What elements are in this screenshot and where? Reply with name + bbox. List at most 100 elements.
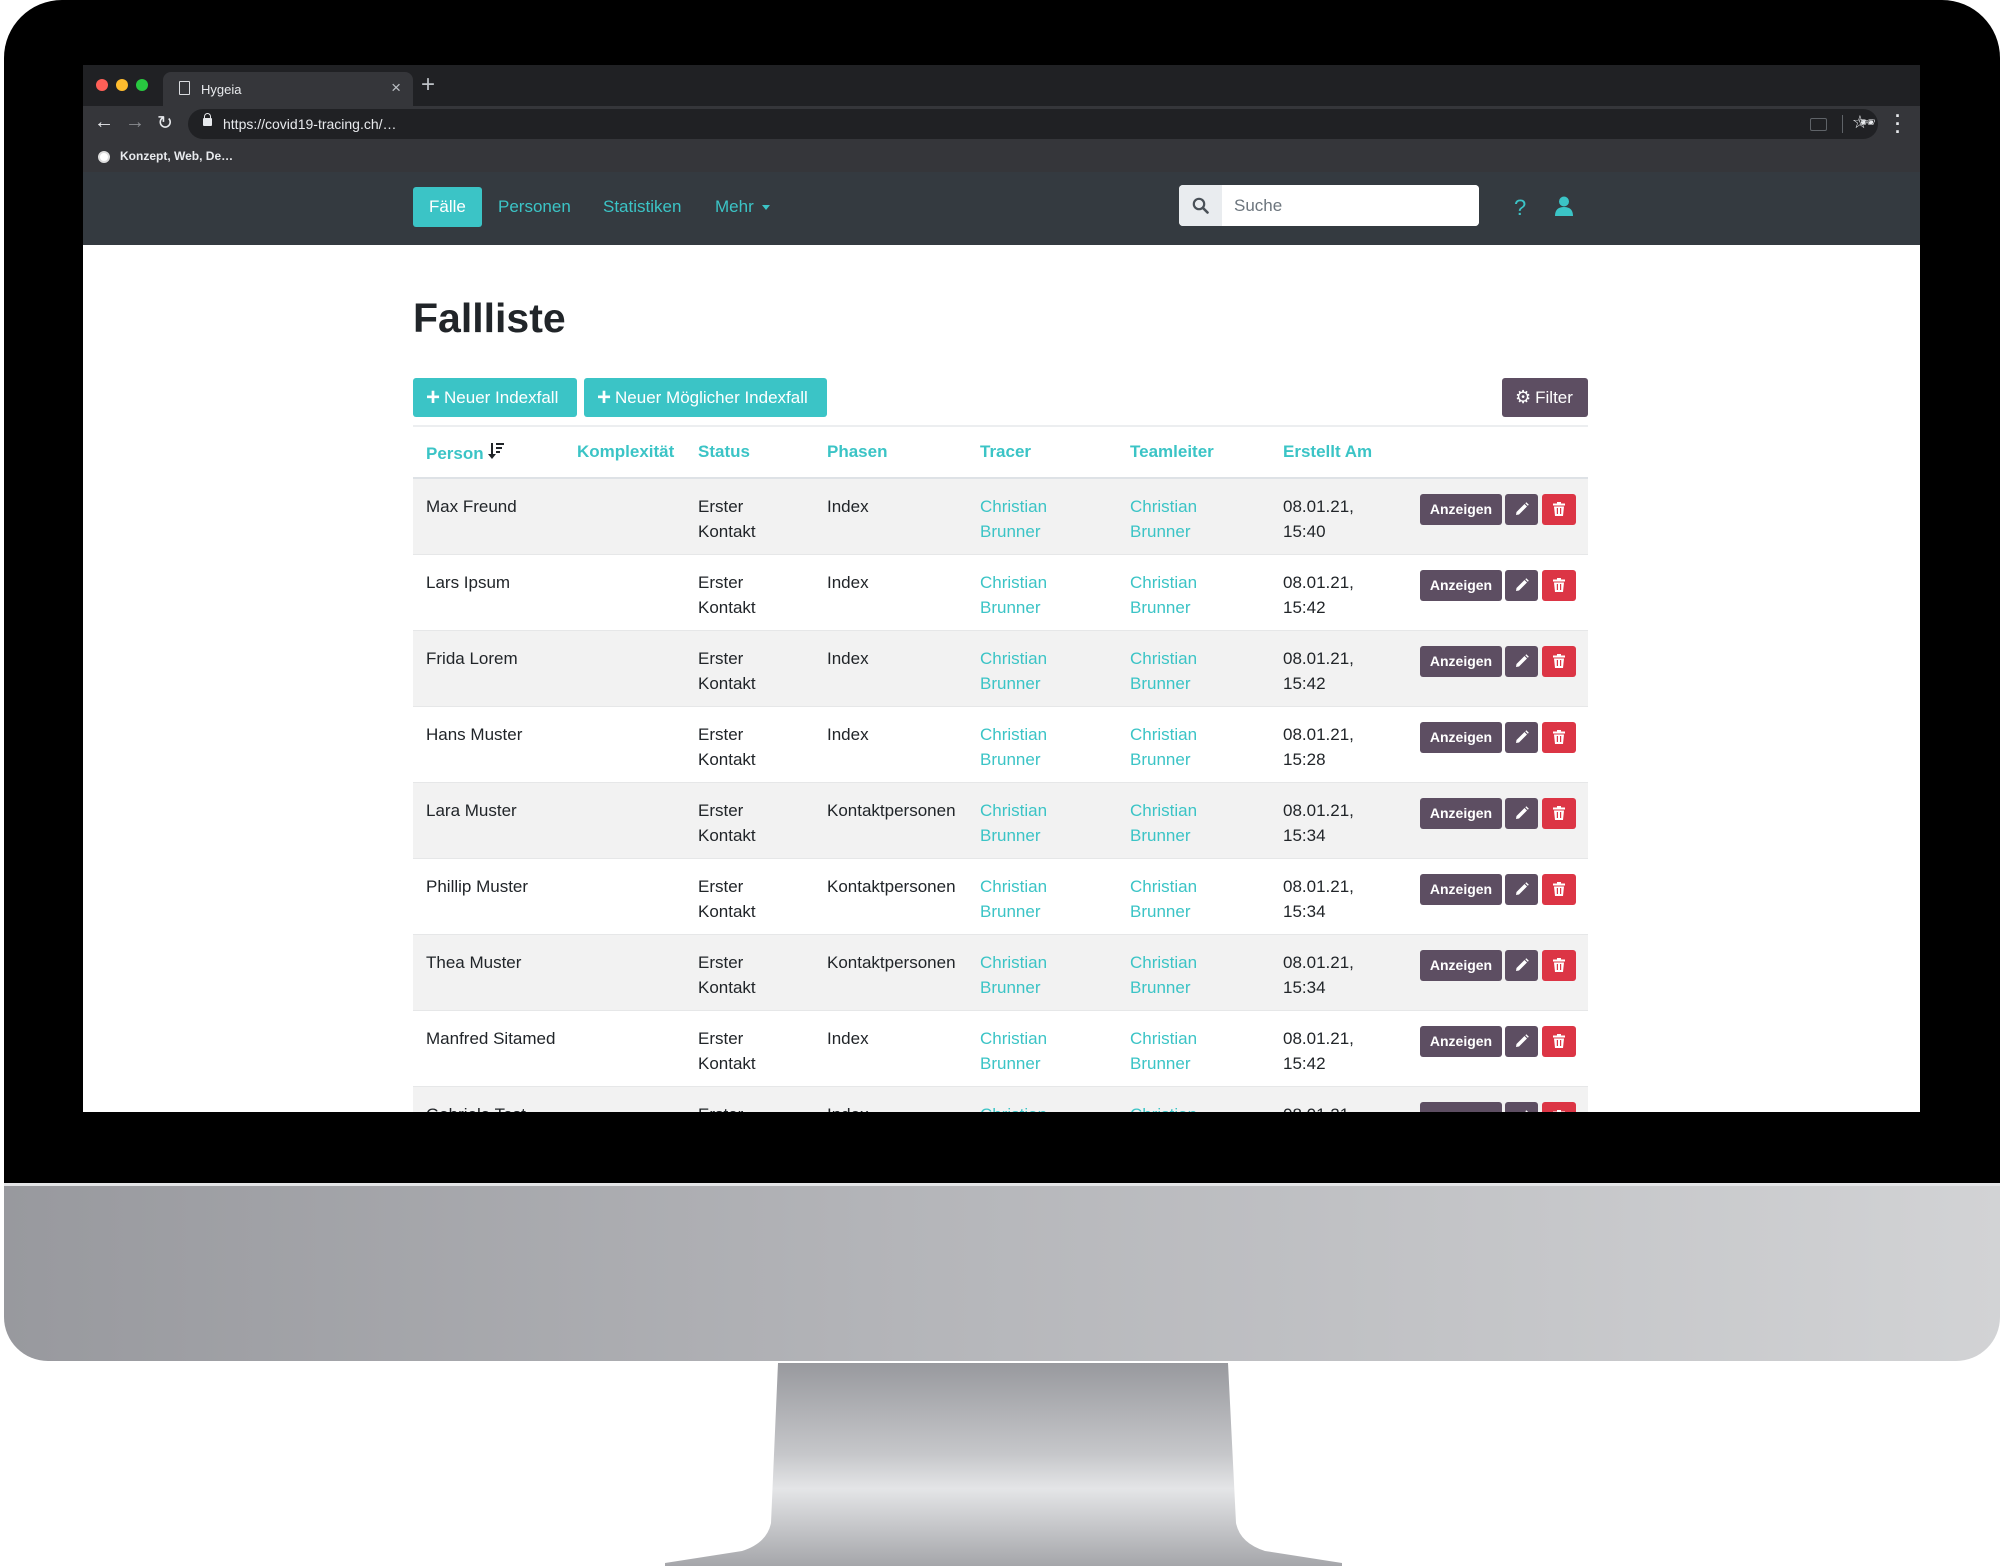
- delete-button[interactable]: [1542, 722, 1576, 753]
- teamleiter-link[interactable]: Christian Brunner: [1130, 950, 1210, 1000]
- table-row: Thea Muster Erster Kontakt Kontaktperson…: [413, 935, 1588, 1011]
- created-date-cell: 08.01.21, 15:28: [1283, 725, 1354, 769]
- phase-cell: Kontaktpersonen: [827, 877, 956, 896]
- teamleiter-link[interactable]: Christian Brunner: [1130, 798, 1210, 848]
- edit-button[interactable]: [1505, 950, 1538, 981]
- show-button[interactable]: Anzeigen: [1420, 874, 1502, 905]
- show-button[interactable]: Anzeigen: [1420, 722, 1502, 753]
- new-possible-index-case-label: Neuer Möglicher Indexfall: [615, 388, 808, 407]
- nav-mehr-dropdown[interactable]: Mehr: [715, 187, 770, 227]
- bookmark-item[interactable]: Konzept, Web, De…: [120, 149, 233, 163]
- maximize-window-button[interactable]: [136, 79, 148, 91]
- person-cell: Thea Muster: [426, 953, 522, 972]
- phase-cell: Index: [827, 573, 869, 592]
- tracer-link[interactable]: Christian Brunner: [980, 874, 1060, 924]
- nav-mehr-label: Mehr: [715, 197, 754, 216]
- delete-button[interactable]: [1542, 494, 1576, 525]
- plus-icon: +: [597, 384, 612, 411]
- show-button[interactable]: Anzeigen: [1420, 1102, 1502, 1112]
- cast-icon[interactable]: [1810, 118, 1827, 131]
- new-possible-index-case-button[interactable]: + Neuer Möglicher Indexfall: [584, 378, 827, 417]
- tracer-link[interactable]: Christian Brunner: [980, 570, 1060, 620]
- lock-icon: [203, 113, 212, 126]
- tracer-link[interactable]: Christian Brunner: [980, 722, 1060, 772]
- phase-cell: Index: [827, 1102, 869, 1112]
- close-window-button[interactable]: [96, 79, 108, 91]
- delete-button[interactable]: [1542, 798, 1576, 829]
- browser-tab[interactable]: Hygeia ×: [163, 72, 413, 106]
- reload-icon[interactable]: ↻: [157, 112, 173, 135]
- minimize-window-button[interactable]: [116, 79, 128, 91]
- new-index-case-button[interactable]: + Neuer Indexfall: [413, 378, 577, 417]
- status-cell: Erster Kontakt: [698, 1102, 778, 1112]
- show-button[interactable]: Anzeigen: [1420, 798, 1502, 829]
- search-input[interactable]: [1222, 185, 1479, 226]
- edit-button[interactable]: [1505, 1026, 1538, 1057]
- delete-button[interactable]: [1542, 1102, 1576, 1112]
- tracer-link[interactable]: Christian Brunner: [980, 798, 1060, 848]
- table-row: Gabriela Test Erster Kontakt Index Chris…: [413, 1087, 1588, 1112]
- tracer-link[interactable]: Christian Brunner: [980, 950, 1060, 1000]
- edit-button[interactable]: [1505, 494, 1538, 525]
- teamleiter-link[interactable]: Christian Brunner: [1130, 874, 1210, 924]
- column-header-erstellt-am[interactable]: Erstellt Am: [1283, 442, 1372, 462]
- edit-button[interactable]: [1505, 798, 1538, 829]
- tracer-link[interactable]: Christian Brunner: [980, 646, 1060, 696]
- edit-button[interactable]: [1505, 570, 1538, 601]
- user-icon[interactable]: [1555, 196, 1573, 221]
- column-header-status[interactable]: Status: [698, 442, 750, 462]
- show-button[interactable]: Anzeigen: [1420, 570, 1502, 601]
- table-row: Manfred Sitamed Erster Kontakt Index Chr…: [413, 1011, 1588, 1087]
- show-button[interactable]: Anzeigen: [1420, 950, 1502, 981]
- show-button[interactable]: Anzeigen: [1420, 1026, 1502, 1057]
- tracer-link[interactable]: Christian Brunner: [980, 494, 1060, 544]
- show-button[interactable]: Anzeigen: [1420, 646, 1502, 677]
- phase-cell: Index: [827, 649, 869, 668]
- teamleiter-link[interactable]: Christian Brunner: [1130, 494, 1210, 544]
- column-header-phasen[interactable]: Phasen: [827, 442, 887, 462]
- url-field[interactable]: https://covid19-tracing.ch/… ☆: [188, 109, 1878, 139]
- tracer-link[interactable]: Christian Brunner: [980, 1026, 1060, 1076]
- status-cell: Erster Kontakt: [698, 497, 756, 541]
- help-icon[interactable]: ?: [1514, 195, 1526, 221]
- teamleiter-link[interactable]: Christian Brunner: [1130, 1102, 1210, 1112]
- trash-icon: [1553, 1110, 1565, 1112]
- status-cell: Erster Kontakt: [698, 877, 756, 921]
- delete-button[interactable]: [1542, 570, 1576, 601]
- edit-button[interactable]: [1505, 874, 1538, 905]
- teamleiter-link[interactable]: Christian Brunner: [1130, 646, 1210, 696]
- teamleiter-link[interactable]: Christian Brunner: [1130, 1026, 1210, 1076]
- back-arrow-icon[interactable]: ←: [94, 111, 114, 134]
- delete-button[interactable]: [1542, 950, 1576, 981]
- nav-faelle[interactable]: Fälle: [413, 187, 482, 227]
- tracer-link[interactable]: Christian Brunner: [980, 1102, 1060, 1112]
- new-tab-button[interactable]: +: [421, 71, 435, 99]
- nav-statistiken[interactable]: Statistiken: [603, 187, 681, 227]
- close-tab-icon[interactable]: ×: [391, 78, 401, 98]
- page-title: Fallliste: [413, 295, 566, 341]
- browser-menu-icon[interactable]: · · ·: [1895, 107, 1901, 141]
- edit-button[interactable]: [1505, 722, 1538, 753]
- delete-button[interactable]: [1542, 1026, 1576, 1057]
- show-button[interactable]: Anzeigen: [1420, 494, 1502, 525]
- column-header-tracer[interactable]: Tracer: [980, 442, 1031, 462]
- table-header: Person Komplexität Status Phasen Tracer …: [413, 427, 1588, 479]
- person-cell: Max Freund: [426, 497, 517, 516]
- column-header-komplexitaet[interactable]: Komplexität: [577, 442, 674, 462]
- delete-button[interactable]: [1542, 646, 1576, 677]
- edit-button[interactable]: [1505, 646, 1538, 677]
- filter-button[interactable]: ⚙ Filter: [1502, 378, 1588, 417]
- table-row: Lara Muster Erster Kontakt Kontaktperson…: [413, 783, 1588, 859]
- teamleiter-link[interactable]: Christian Brunner: [1130, 570, 1210, 620]
- status-cell: Erster Kontakt: [698, 573, 756, 617]
- status-cell: Erster Kontakt: [698, 801, 756, 845]
- delete-button[interactable]: [1542, 874, 1576, 905]
- edit-button[interactable]: [1505, 1102, 1538, 1112]
- forward-arrow-icon[interactable]: →: [125, 111, 145, 134]
- nav-personen[interactable]: Personen: [498, 187, 571, 227]
- column-header-teamleiter[interactable]: Teamleiter: [1130, 442, 1214, 462]
- incognito-icon[interactable]: 🕶: [1858, 114, 1876, 131]
- column-header-person[interactable]: Person: [426, 442, 566, 464]
- toolbar-divider: [1842, 115, 1843, 133]
- teamleiter-link[interactable]: Christian Brunner: [1130, 722, 1210, 772]
